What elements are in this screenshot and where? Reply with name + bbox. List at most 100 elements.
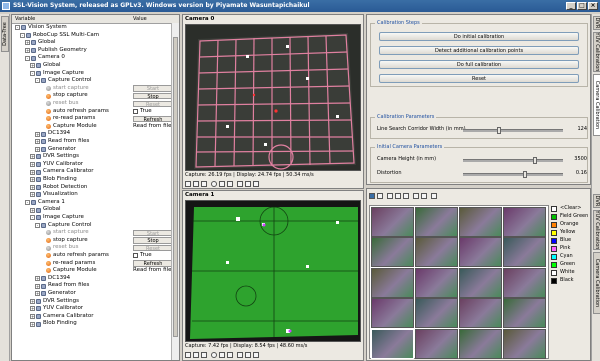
play-icon[interactable] [237,181,243,187]
tree-row[interactable]: Capture Module Read from files [12,267,174,275]
expand-icon[interactable]: + [30,154,35,160]
tab-camera-calibration-bottom[interactable]: Camera Calibration [593,252,600,314]
tree-row[interactable]: - Vision System [12,24,172,32]
target-icon[interactable] [211,352,217,358]
zoom-in-icon[interactable] [387,193,393,199]
lut-cell[interactable] [459,207,502,237]
full-calibration-button[interactable]: Do full calibration [379,60,579,69]
zoom-out-icon[interactable] [201,352,207,358]
maximize-button[interactable]: □ [577,2,587,10]
lut-icon[interactable] [369,193,375,199]
expand-icon[interactable]: + [35,139,40,145]
tree-row[interactable]: + YUV Calibrator [12,305,172,313]
distortion-slider[interactable] [463,171,563,178]
search-icon[interactable] [219,181,225,187]
pause-icon[interactable] [245,181,251,187]
legend-item[interactable]: Yellow [551,229,589,236]
legend-item[interactable]: Field Green [551,213,589,220]
legend-item[interactable]: Cyan [551,253,589,260]
column-header-variable[interactable]: Variable [15,16,35,22]
lut-cell[interactable] [459,237,502,268]
collapse-icon[interactable]: - [25,200,30,206]
tree-scrollbar-thumb[interactable] [173,37,178,337]
collapse-icon[interactable]: - [15,25,20,31]
tab-yuv-calibration-top[interactable]: YUV Calibration [593,32,600,72]
zoom-out-icon[interactable] [201,181,207,187]
tree-scrollbar[interactable] [171,23,179,360]
lut-cell[interactable] [503,298,546,329]
stop-button[interactable]: Stop [133,92,173,100]
zoom-fit-icon[interactable] [185,352,191,358]
lut-cell[interactable] [503,207,546,237]
reset-button[interactable]: Reset [133,244,173,252]
legend-item[interactable]: Pink [551,245,589,252]
detect-points-button[interactable]: Detect additional calibration points [379,46,579,55]
tree-row[interactable]: + Global [12,206,172,214]
collapse-icon[interactable]: - [30,215,35,221]
tree-row[interactable]: - Image Capture [12,70,172,78]
tree-row[interactable]: + Publish Geometry [12,47,172,55]
search-plus-icon[interactable] [227,352,233,358]
legend-item[interactable]: Blue [551,237,589,244]
lut-cell[interactable] [371,267,414,298]
pause-icon[interactable] [245,352,251,358]
line-search-slider[interactable] [463,127,563,134]
tree-row[interactable]: + Global [12,62,172,70]
expand-icon[interactable]: + [30,321,35,327]
yuv-lut-grid[interactable] [369,205,549,359]
tab-yuv-calibration-bottom[interactable]: YUV Calibration [593,210,600,250]
tree-row[interactable]: stop capture Stop [12,92,173,100]
tree-row[interactable]: - Image Capture [12,214,172,222]
minimize-button[interactable]: _ [566,2,576,10]
tree-row[interactable]: + Camera Calibrator [12,313,172,321]
tree-row[interactable]: + Blob Finding [12,176,172,184]
target-icon[interactable] [211,181,217,187]
tree-row[interactable]: - Camera 1 [12,199,172,207]
expand-icon[interactable]: + [30,184,35,190]
expand-icon[interactable]: + [30,177,35,183]
histogram-icon[interactable] [431,193,437,199]
search-icon[interactable] [219,352,225,358]
tree-row[interactable]: + Read from files [12,282,172,290]
tree-row[interactable]: + DVR Settings [12,298,172,306]
tree-row[interactable]: + Read from files [12,138,172,146]
search-plus-icon[interactable] [227,181,233,187]
tree-row[interactable]: re-read params Refresh [12,260,173,268]
camera-1-image[interactable] [185,200,361,342]
camera-0-image[interactable] [185,24,361,171]
close-button[interactable]: × [588,2,598,10]
refresh-icon[interactable] [403,193,409,199]
lut-cell[interactable] [415,237,458,268]
reset-button[interactable]: Reset [133,100,173,107]
expand-icon[interactable]: + [30,306,35,312]
tab-dvr-bottom[interactable]: DVR [593,194,600,208]
expand-icon[interactable]: + [35,146,40,152]
tab-data-tree[interactable]: Data-Tree [1,16,9,52]
column-header-value[interactable]: Value [133,16,147,22]
legend-item[interactable]: White [551,269,589,276]
tree-row[interactable]: start capture Start [12,85,173,93]
tree-row[interactable]: start capture Start [12,229,173,237]
stop-button[interactable]: Stop [133,237,173,244]
distortion-slider-thumb[interactable] [523,171,527,178]
tree-row[interactable]: - Camera 0 [12,54,172,62]
tab-camera-calibration-top[interactable]: Camera Calibration [593,74,600,136]
collapse-icon[interactable]: - [35,222,40,228]
tree-row[interactable]: - Capture Control [12,222,172,230]
lut-cell[interactable] [371,237,414,268]
lut-cell[interactable] [459,298,502,329]
collapse-icon[interactable]: - [30,70,35,76]
tree-row[interactable]: + DC1394 [12,130,172,138]
expand-icon[interactable]: + [30,162,35,168]
lut-cell[interactable] [371,328,414,359]
tree-row[interactable]: auto refresh params True [12,108,172,116]
legend-item[interactable]: <Clear> [551,205,589,212]
tree-row[interactable]: reset bus Reset [12,244,173,252]
legend-item[interactable]: Green [551,261,589,268]
lut-cell[interactable] [371,207,414,237]
tree-row[interactable]: + Generator [12,290,172,298]
refresh-button[interactable]: Refresh [133,260,173,267]
expand-icon[interactable]: + [25,48,30,54]
tree-row[interactable]: re-read params Refresh [12,115,173,123]
tree-row[interactable]: + Robot Detection [12,184,172,192]
